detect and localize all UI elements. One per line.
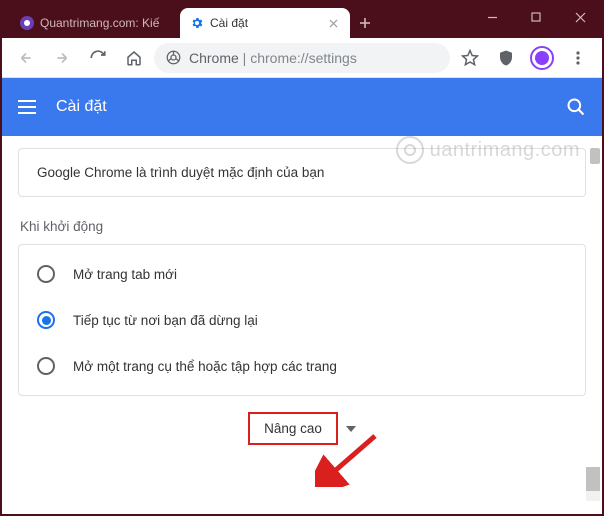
settings-header: Cài đặt bbox=[2, 78, 602, 136]
new-tab-button[interactable] bbox=[350, 8, 380, 38]
default-browser-text: Google Chrome là trình duyệt mặc định củ… bbox=[37, 165, 324, 180]
tabs-area: Quantrimang.com: Kiế Cài đặt bbox=[2, 2, 470, 38]
startup-option-continue[interactable]: Tiếp tục từ nơi bạn đã dừng lại bbox=[19, 297, 585, 343]
home-button[interactable] bbox=[118, 42, 150, 74]
gear-icon bbox=[190, 16, 204, 30]
advanced-row: Nâng cao bbox=[18, 396, 586, 457]
forward-button[interactable] bbox=[46, 42, 78, 74]
menu-button[interactable] bbox=[562, 42, 594, 74]
scrollbar[interactable] bbox=[586, 148, 600, 502]
close-window-button[interactable] bbox=[558, 2, 602, 32]
radio-icon bbox=[37, 357, 55, 375]
radio-label: Mở một trang cụ thể hoặc tập hợp các tra… bbox=[73, 359, 337, 374]
window-controls bbox=[470, 2, 602, 32]
avatar-icon bbox=[530, 46, 554, 70]
page-title: Cài đặt bbox=[56, 98, 546, 116]
hamburger-icon[interactable] bbox=[18, 100, 36, 114]
chevron-down-icon[interactable] bbox=[346, 426, 356, 432]
startup-section-title: Khi khởi động bbox=[20, 219, 586, 234]
startup-options-card: Mở trang tab mới Tiếp tục từ nơi bạn đã … bbox=[18, 244, 586, 396]
startup-option-newtab[interactable]: Mở trang tab mới bbox=[19, 251, 585, 297]
browser-toolbar: Chrome | chrome://settings bbox=[2, 38, 602, 78]
radio-icon bbox=[37, 265, 55, 283]
window-titlebar: Quantrimang.com: Kiế Cài đặt bbox=[2, 2, 602, 38]
radio-icon bbox=[37, 311, 55, 329]
close-icon[interactable] bbox=[326, 16, 340, 30]
radio-label: Tiếp tục từ nơi bạn đã dừng lại bbox=[73, 313, 258, 328]
default-browser-card: Google Chrome là trình duyệt mặc định củ… bbox=[18, 148, 586, 197]
maximize-button[interactable] bbox=[514, 2, 558, 32]
address-bar[interactable]: Chrome | chrome://settings bbox=[154, 43, 450, 73]
reload-button[interactable] bbox=[82, 42, 114, 74]
startup-option-specific[interactable]: Mở một trang cụ thể hoặc tập hợp các tra… bbox=[19, 343, 585, 389]
tab-title: Cài đặt bbox=[210, 16, 320, 30]
chrome-icon bbox=[166, 50, 181, 65]
settings-content: Google Chrome là trình duyệt mặc định củ… bbox=[2, 136, 602, 514]
address-text: Chrome | chrome://settings bbox=[189, 50, 357, 66]
tab-title: Quantrimang.com: Kiế bbox=[40, 16, 170, 30]
favicon-quantrimang bbox=[20, 16, 34, 30]
minimize-button[interactable] bbox=[470, 2, 514, 32]
tab-settings[interactable]: Cài đặt bbox=[180, 8, 350, 38]
radio-label: Mở trang tab mới bbox=[73, 267, 177, 282]
bookmark-button[interactable] bbox=[454, 42, 486, 74]
tab-quantrimang[interactable]: Quantrimang.com: Kiế bbox=[10, 8, 180, 38]
profile-button[interactable] bbox=[526, 42, 558, 74]
shield-button[interactable] bbox=[490, 42, 522, 74]
advanced-button[interactable]: Nâng cao bbox=[248, 412, 338, 445]
back-button[interactable] bbox=[10, 42, 42, 74]
search-icon[interactable] bbox=[566, 97, 586, 117]
